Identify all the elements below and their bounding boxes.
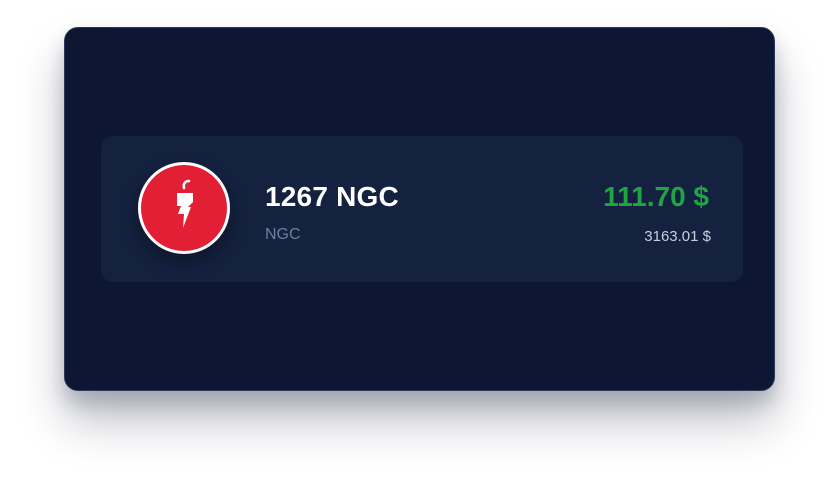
asset-price: 3163.01 $ [644,228,711,245]
wallet-card: 1267 NGC NGC 111.70 $ 3163.01 $ [64,27,775,391]
asset-row-ngc[interactable]: 1267 NGC NGC 111.70 $ 3163.01 $ [101,136,743,282]
page: 1267 NGC NGC 111.70 $ 3163.01 $ [0,0,836,491]
ngc-chili-logo-icon [138,162,230,254]
asset-ticker: NGC [265,226,301,243]
asset-amount: 1267 NGC [265,181,399,212]
asset-value: 111.70 $ [603,181,709,212]
